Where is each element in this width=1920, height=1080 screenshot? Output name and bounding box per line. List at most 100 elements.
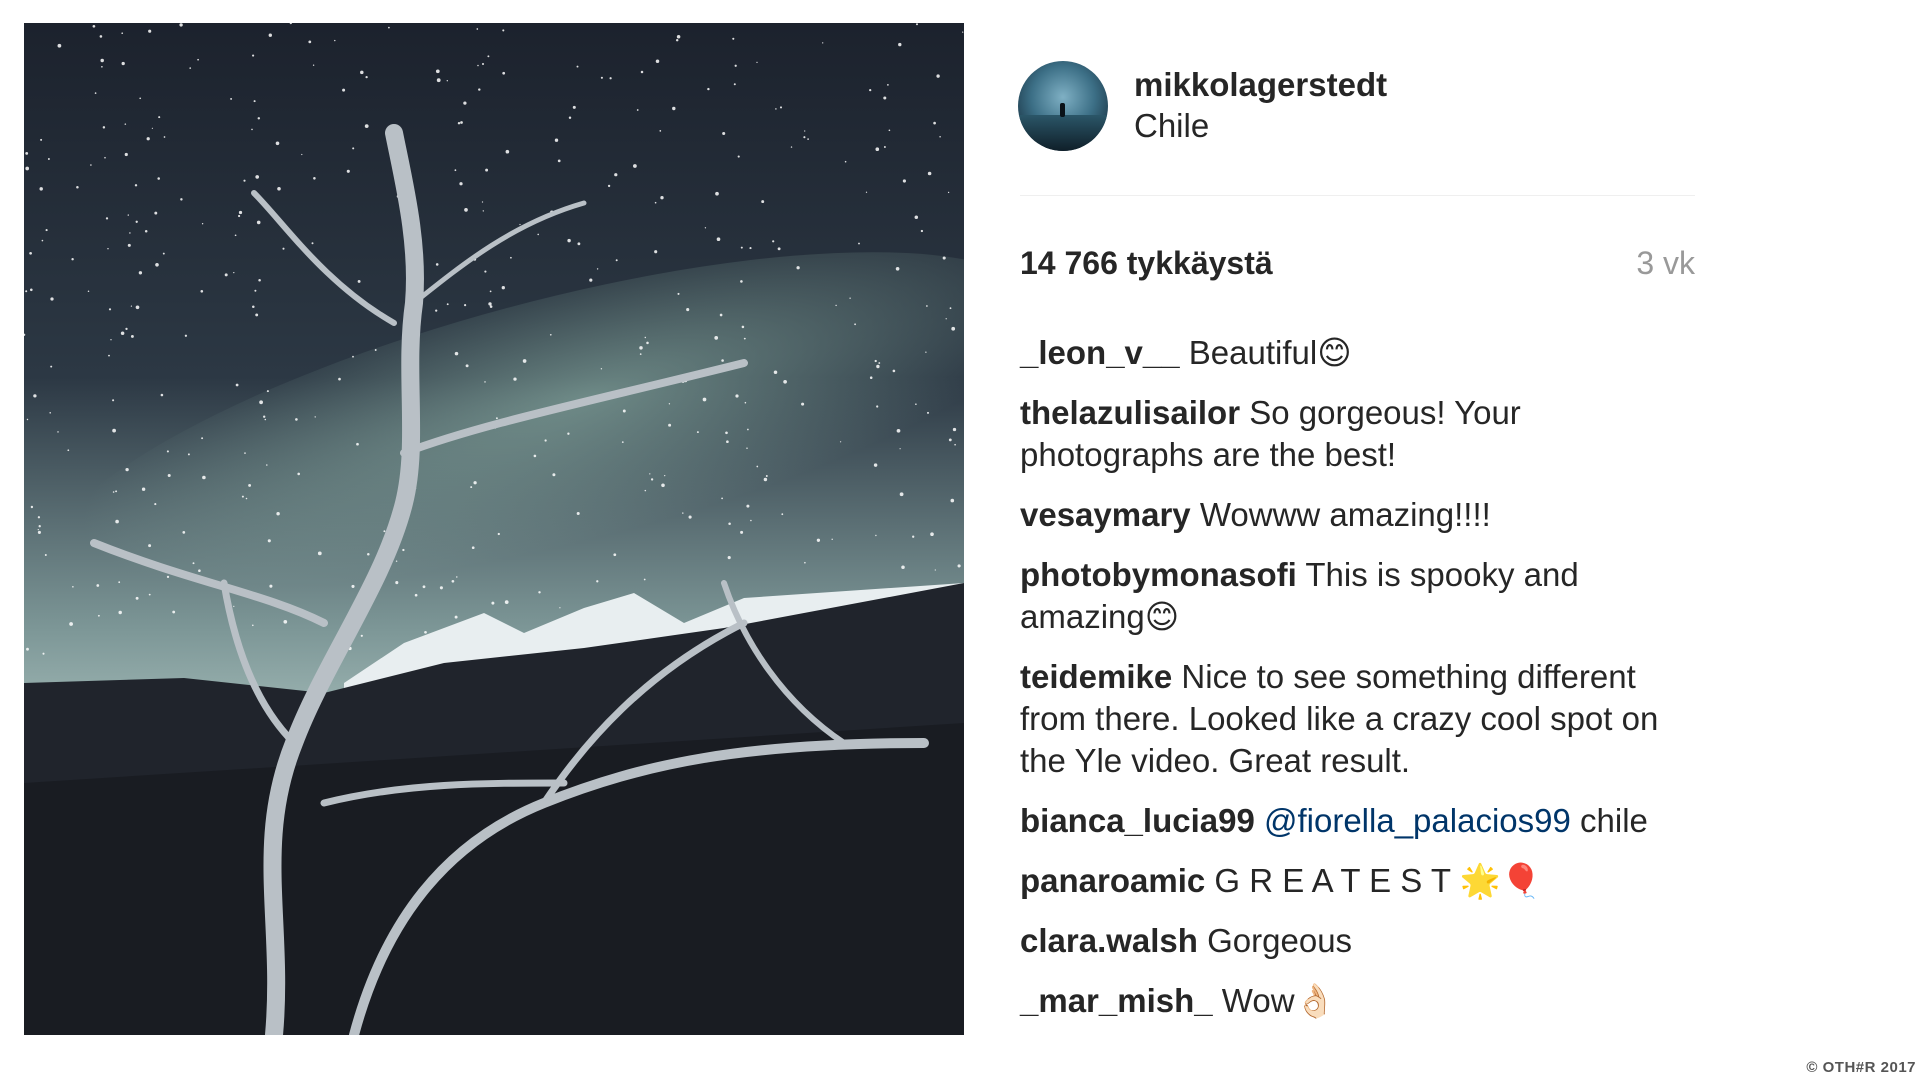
star [317, 551, 322, 556]
star [451, 579, 455, 583]
star [356, 442, 359, 446]
star [251, 128, 253, 131]
star [259, 400, 263, 405]
star [301, 153, 303, 156]
star [655, 59, 660, 64]
copyright-notice: © OTH#R 2017 [1806, 1059, 1916, 1076]
star [875, 534, 877, 537]
star [184, 334, 188, 337]
star [157, 177, 160, 180]
star [849, 297, 851, 299]
star [804, 561, 806, 564]
comment-username[interactable]: photobymonasofi [1020, 556, 1297, 593]
star [112, 428, 116, 433]
star [649, 473, 651, 475]
star [763, 477, 768, 482]
comment-username[interactable]: panaroamic [1020, 862, 1205, 899]
star [42, 652, 45, 655]
star [865, 191, 868, 193]
star [504, 600, 509, 604]
star [783, 379, 787, 384]
star [737, 155, 740, 158]
star [44, 554, 47, 556]
comment-username[interactable]: _mar_mish_ [1020, 982, 1213, 1019]
star [92, 24, 96, 28]
star [422, 585, 426, 589]
star [360, 634, 363, 637]
star [254, 289, 257, 292]
comments-list: _leon_v__ Beautiful😊 thelazulisailor So … [1020, 332, 1695, 1040]
star [313, 177, 316, 180]
star [765, 475, 768, 477]
star [481, 201, 484, 203]
star [146, 137, 150, 141]
star [457, 121, 461, 125]
comment-username[interactable]: thelazulisailor [1020, 394, 1240, 431]
star [537, 233, 539, 236]
comment-username[interactable]: vesaymary [1020, 496, 1191, 533]
star [102, 126, 106, 129]
star [414, 593, 418, 597]
comment-text: Wowww amazing!!!! [1199, 496, 1491, 533]
starry-night-tree-photo [24, 23, 964, 1035]
star [141, 487, 146, 491]
star [112, 491, 115, 493]
post-age[interactable]: 3 vk [1636, 245, 1695, 282]
star [257, 117, 261, 120]
star [854, 323, 857, 326]
star [869, 376, 873, 379]
star [125, 327, 128, 331]
star [672, 106, 676, 111]
star [245, 497, 248, 500]
star [682, 512, 684, 514]
comment-text: Wow👌🏻 [1221, 982, 1336, 1019]
star [120, 331, 125, 335]
star [497, 532, 500, 536]
star [144, 229, 148, 233]
star [796, 266, 800, 270]
star [100, 58, 104, 63]
star [895, 266, 900, 271]
star [775, 108, 777, 110]
star [948, 438, 952, 442]
star [945, 318, 947, 320]
star [57, 43, 62, 48]
star [166, 450, 169, 453]
star [454, 169, 457, 172]
star [154, 211, 158, 215]
location-link[interactable]: Chile [1134, 105, 1387, 147]
star [835, 304, 837, 307]
likes-count[interactable]: 14 766 tykkäystä [1020, 245, 1273, 282]
comment-username[interactable]: _leon_v__ [1020, 334, 1180, 371]
star [577, 242, 581, 246]
star [148, 29, 152, 33]
star [367, 553, 370, 556]
star [495, 417, 498, 420]
star [716, 237, 721, 242]
comment-username[interactable]: teidemike [1020, 658, 1172, 695]
star [962, 31, 964, 33]
star [554, 138, 559, 142]
user-meta: mikkolagerstedt Chile [1134, 65, 1387, 147]
username-link[interactable]: mikkolagerstedt [1134, 65, 1387, 105]
comment-username[interactable]: bianca_lucia99 [1020, 802, 1255, 839]
star [636, 109, 639, 111]
star [613, 553, 617, 557]
star [888, 129, 891, 132]
star [108, 354, 110, 357]
comment-username[interactable]: clara.walsh [1020, 922, 1198, 959]
star [118, 610, 122, 615]
star [99, 35, 103, 38]
star [148, 593, 151, 596]
post-photo[interactable] [24, 23, 964, 1035]
star [519, 223, 521, 226]
star [933, 121, 936, 125]
star [644, 489, 647, 492]
comment-item: _leon_v__ Beautiful😊 [1020, 332, 1695, 374]
star [744, 401, 747, 404]
star [235, 383, 239, 387]
star [121, 32, 124, 35]
avatar[interactable] [1018, 61, 1108, 151]
star [596, 580, 599, 583]
comment-mention-link[interactable]: @fiorella_palacios99 [1264, 802, 1571, 839]
